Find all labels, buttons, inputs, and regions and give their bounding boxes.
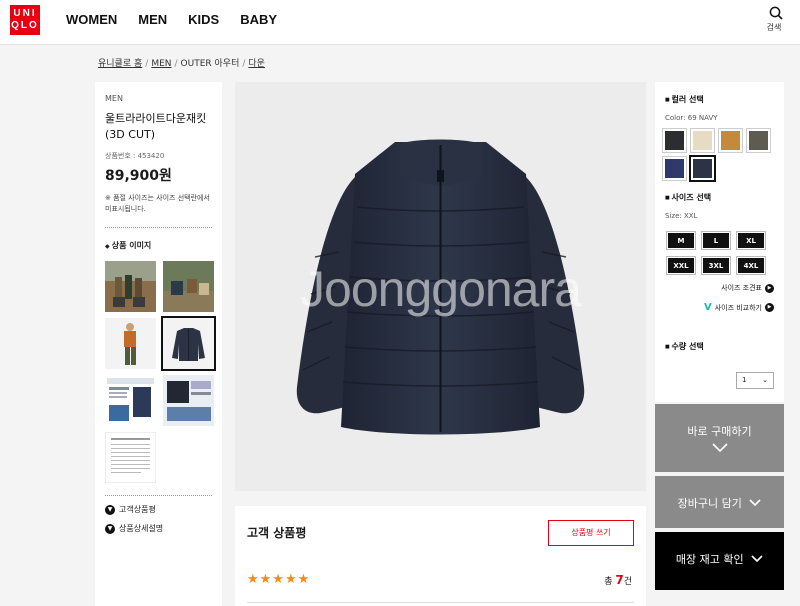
options-panel: 컬러 선택 Color: 69 NAVY 사이즈 선택 Size: XXL M …: [655, 82, 784, 402]
site-header: UNI QLO WOMEN MEN KIDS BABY 검색: [0, 0, 800, 45]
size-3xl[interactable]: 3XL: [702, 257, 730, 274]
divider: [247, 602, 634, 603]
thumbnail-grid: [105, 261, 216, 483]
thumb-model-orange[interactable]: [105, 318, 156, 369]
chevron-down-icon: [711, 443, 728, 452]
qty-title: 수량 선택: [665, 341, 774, 352]
thumb-feature-info[interactable]: [105, 375, 156, 426]
size-note: ※ 품절 사이즈는 사이즈 선택란에서 미표시됩니다.: [105, 194, 210, 213]
swatch-olive[interactable]: [749, 131, 768, 150]
buy-now-button[interactable]: 바로 구매하기: [655, 404, 784, 472]
store-stock-button[interactable]: 매장 재고 확인: [655, 532, 784, 590]
breadcrumb-current[interactable]: 다운: [248, 59, 265, 69]
chevron-down-icon: ⌄: [762, 376, 768, 384]
size-xl[interactable]: XL: [737, 232, 765, 249]
chevron-down-icon: [751, 555, 763, 563]
detail-link[interactable]: ▼ 상품상세설명: [105, 523, 212, 534]
jacket-image: [296, 139, 585, 435]
chevron-right-icon: ▶: [765, 303, 774, 312]
chevron-down-icon: ▼: [105, 504, 115, 515]
product-price: 89,900원: [105, 168, 172, 184]
swatch-blue[interactable]: [665, 159, 684, 178]
breadcrumb-men[interactable]: MEN: [151, 59, 171, 69]
add-to-cart-button[interactable]: 장바구니 담기: [655, 476, 784, 528]
thumb-feature-detail[interactable]: [163, 375, 214, 426]
swatch-navy[interactable]: [693, 159, 712, 178]
product-name: 울트라라이트다운재킷(3D CUT): [105, 112, 207, 141]
product-category: MEN: [105, 94, 123, 103]
search-icon: [769, 6, 783, 20]
thumb-jacket-navy[interactable]: [161, 316, 216, 371]
rating-stars: ★★★★★: [247, 572, 311, 587]
main-nav: WOMEN MEN KIDS BABY: [66, 12, 277, 27]
size-4xl[interactable]: 4XL: [737, 257, 765, 274]
swatch-black[interactable]: [665, 131, 684, 150]
size-options: M L XL XXL 3XL 4XL: [667, 232, 774, 274]
review-link[interactable]: ▼ 고객상품평: [105, 504, 212, 515]
quantity-select[interactable]: 1 ⌄: [736, 372, 774, 389]
color-selected: Color: 69 NAVY: [665, 114, 718, 122]
breadcrumb-home[interactable]: 유니클로 홈: [98, 59, 142, 69]
product-number: 상품번호 : 453420: [105, 152, 165, 160]
review-count: 총 7건: [604, 573, 632, 587]
v-check-icon: V: [703, 302, 712, 313]
divider: [105, 495, 212, 496]
size-l[interactable]: L: [702, 232, 730, 249]
chevron-down-icon: ▼: [105, 523, 115, 534]
nav-kids[interactable]: KIDS: [188, 12, 219, 27]
nav-baby[interactable]: BABY: [240, 12, 277, 27]
chevron-down-icon: [749, 499, 761, 507]
size-m[interactable]: M: [667, 232, 695, 249]
color-swatches: [665, 131, 775, 178]
write-review-button[interactable]: 상품평 쓰기: [548, 520, 634, 546]
nav-men[interactable]: MEN: [138, 12, 167, 27]
size-title: 사이즈 선택: [665, 192, 774, 203]
uniqlo-logo[interactable]: UNI QLO: [10, 5, 40, 35]
size-chart-link[interactable]: 사이즈 조견표 ▶: [665, 283, 774, 293]
main-product-image[interactable]: Joonggonara: [235, 82, 646, 491]
nav-women[interactable]: WOMEN: [66, 12, 117, 27]
size-selected: Size: XXL: [665, 212, 698, 220]
swatch-brown[interactable]: [721, 131, 740, 150]
image-section-title: 상품 이미지: [105, 240, 212, 251]
divider: [105, 227, 212, 228]
size-xxl[interactable]: XXL: [667, 257, 695, 274]
swatch-natural[interactable]: [693, 131, 712, 150]
thumb-outdoor-group[interactable]: [105, 261, 156, 312]
product-info-panel: MEN 울트라라이트다운재킷(3D CUT) 상품번호 : 453420 89,…: [95, 82, 222, 606]
thumb-outdoor-sitting[interactable]: [163, 261, 214, 312]
chevron-right-icon: ▶: [765, 283, 774, 293]
color-title: 컬러 선택: [665, 94, 774, 105]
breadcrumb-outer[interactable]: OUTER 아우터: [181, 59, 240, 69]
review-section: 고객 상품평 상품평 쓰기 ★★★★★ 총 7건: [235, 506, 646, 606]
size-compare-link[interactable]: V 사이즈 비교하기 ▶: [665, 302, 774, 313]
search-button[interactable]: 검색: [766, 6, 786, 33]
thumb-size-chart[interactable]: [105, 432, 156, 483]
search-label: 검색: [766, 23, 782, 32]
breadcrumb: 유니클로 홈 / MEN / OUTER 아우터 / 다운: [98, 59, 265, 69]
